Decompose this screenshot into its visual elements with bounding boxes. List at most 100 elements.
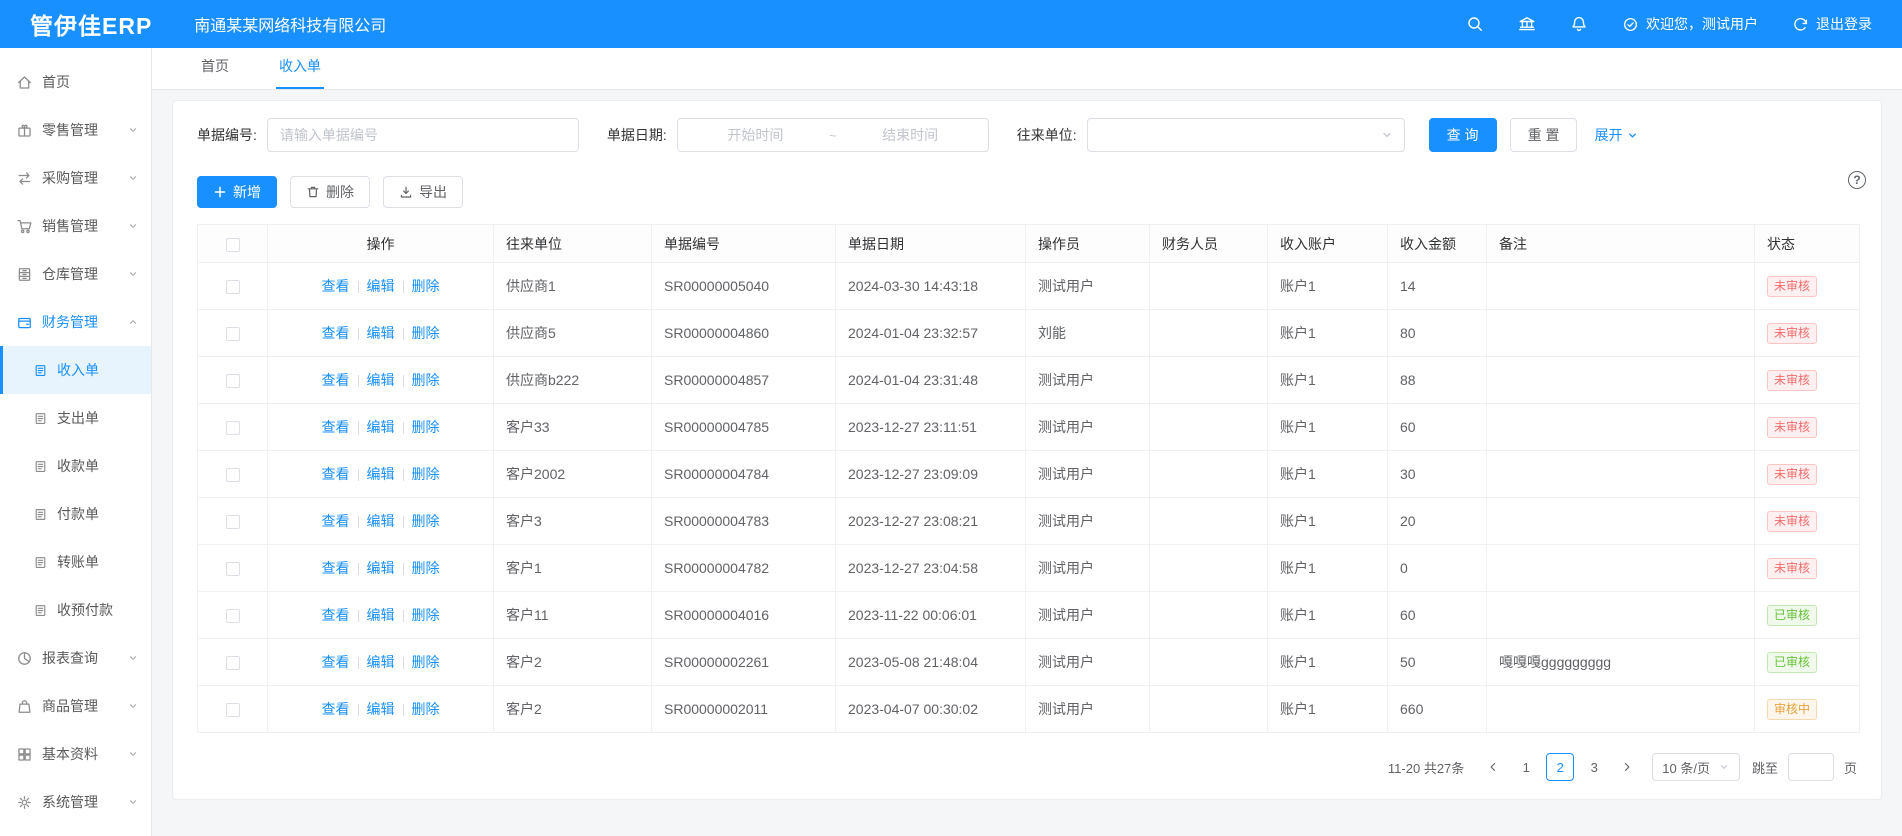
delete-link[interactable]: 删除 [412, 278, 440, 294]
view-link[interactable]: 查看 [322, 278, 350, 294]
search-icon[interactable] [1466, 15, 1484, 33]
edit-link[interactable]: 编辑 [367, 701, 395, 717]
jump-input[interactable] [1788, 753, 1834, 781]
bell-icon[interactable] [1570, 15, 1588, 33]
cell-amount: 660 [1388, 686, 1487, 733]
delete-link[interactable]: 删除 [412, 325, 440, 341]
doc-icon [33, 555, 48, 570]
table-row: 查看编辑删除供应商5SR000000048602024-01-04 23:32:… [198, 310, 1860, 357]
cell-finance-staff [1150, 310, 1268, 357]
row-checkbox[interactable] [226, 327, 240, 341]
sidebar-item-home[interactable]: 首页 [0, 58, 151, 106]
help-icon[interactable]: ? [1848, 171, 1866, 189]
sidebar-item-report[interactable]: 报表查询 [0, 634, 151, 682]
cell-amount: 20 [1388, 498, 1487, 545]
view-link[interactable]: 查看 [322, 325, 350, 341]
row-checkbox[interactable] [226, 421, 240, 435]
logout-button[interactable]: 退出登录 [1792, 14, 1872, 34]
tab-income-receipt[interactable]: 收入单 [276, 56, 324, 89]
cell-bill-no: SR00000004857 [652, 357, 836, 404]
cell-bill-date: 2023-12-27 23:08:21 [836, 498, 1026, 545]
next-page-button[interactable] [1614, 753, 1640, 781]
cell-bill-date: 2023-11-22 00:06:01 [836, 592, 1026, 639]
sidebar-subitem-receipt[interactable]: 收款单 [0, 442, 151, 490]
export-button[interactable]: 导出 [383, 176, 463, 208]
sidebar-item-warehouse[interactable]: 仓库管理 [0, 250, 151, 298]
row-checkbox[interactable] [226, 374, 240, 388]
date-start-input[interactable] [688, 127, 823, 143]
delete-link[interactable]: 删除 [412, 372, 440, 388]
partner-select[interactable] [1087, 118, 1405, 152]
edit-link[interactable]: 编辑 [367, 607, 395, 623]
edit-link[interactable]: 编辑 [367, 466, 395, 482]
page-button-3[interactable]: 3 [1580, 753, 1608, 781]
search-button[interactable]: 查 询 [1429, 118, 1497, 152]
bill-date-range[interactable]: ~ [677, 118, 989, 152]
prev-page-button[interactable] [1480, 753, 1506, 781]
row-checkbox[interactable] [226, 656, 240, 670]
sidebar-item-system[interactable]: 系统管理 [0, 778, 151, 826]
delete-link[interactable]: 删除 [412, 513, 440, 529]
edit-link[interactable]: 编辑 [367, 513, 395, 529]
divider [403, 469, 404, 481]
view-link[interactable]: 查看 [322, 372, 350, 388]
delete-link[interactable]: 删除 [412, 701, 440, 717]
date-separator: ~ [823, 128, 843, 143]
delete-link[interactable]: 删除 [412, 466, 440, 482]
delete-link[interactable]: 删除 [412, 607, 440, 623]
edit-link[interactable]: 编辑 [367, 419, 395, 435]
edit-link[interactable]: 编辑 [367, 654, 395, 670]
edit-link[interactable]: 编辑 [367, 560, 395, 576]
delete-link[interactable]: 删除 [412, 419, 440, 435]
reset-button[interactable]: 重 置 [1510, 118, 1578, 152]
row-checkbox[interactable] [226, 468, 240, 482]
select-all-checkbox[interactable] [226, 238, 240, 252]
cell-finance-staff [1150, 404, 1268, 451]
delete-link[interactable]: 删除 [412, 560, 440, 576]
row-checkbox[interactable] [226, 703, 240, 717]
add-button[interactable]: 新增 [197, 176, 277, 208]
welcome-user[interactable]: 欢迎您，测试用户 [1622, 14, 1758, 34]
trash-icon [306, 185, 320, 199]
content-area: ? 单据编号: 单据日期: ~ 往来单位: [152, 90, 1902, 836]
sidebar-subitem-payment[interactable]: 付款单 [0, 490, 151, 538]
sidebar-item-purchase[interactable]: 采购管理 [0, 154, 151, 202]
row-checkbox[interactable] [226, 562, 240, 576]
app-header: 管伊佳ERP 南通某某网络科技有限公司 欢迎您，测试用户 [0, 0, 1902, 48]
sidebar-subitem-prepaid[interactable]: 收预付款 [0, 586, 151, 634]
edit-link[interactable]: 编辑 [367, 325, 395, 341]
edit-link[interactable]: 编辑 [367, 372, 395, 388]
delete-button[interactable]: 删除 [290, 176, 370, 208]
view-link[interactable]: 查看 [322, 560, 350, 576]
sidebar-item-basedata[interactable]: 基本资料 [0, 730, 151, 778]
page-button-1[interactable]: 1 [1512, 753, 1540, 781]
sidebar-item-product[interactable]: 商品管理 [0, 682, 151, 730]
delete-link[interactable]: 删除 [412, 654, 440, 670]
view-link[interactable]: 查看 [322, 654, 350, 670]
sidebar-subitem-income[interactable]: 收入单 [0, 346, 151, 394]
row-checkbox[interactable] [226, 609, 240, 623]
bill-no-input[interactable] [267, 118, 579, 152]
row-checkbox[interactable] [226, 280, 240, 294]
row-checkbox[interactable] [226, 515, 240, 529]
edit-link[interactable]: 编辑 [367, 278, 395, 294]
divider [403, 657, 404, 669]
sidebar-item-retail[interactable]: 零售管理 [0, 106, 151, 154]
sidebar-subitem-expense[interactable]: 支出单 [0, 394, 151, 442]
tab-home[interactable]: 首页 [198, 56, 232, 89]
bank-icon[interactable] [1518, 15, 1536, 33]
sidebar-subitem-transfer[interactable]: 转账单 [0, 538, 151, 586]
divider [358, 469, 359, 481]
view-link[interactable]: 查看 [322, 419, 350, 435]
view-link[interactable]: 查看 [322, 607, 350, 623]
sidebar-item-finance[interactable]: 财务管理 [0, 298, 151, 346]
view-link[interactable]: 查看 [322, 466, 350, 482]
view-link[interactable]: 查看 [322, 513, 350, 529]
sidebar-item-sales[interactable]: 销售管理 [0, 202, 151, 250]
main-area: 首页 收入单 ? 单据编号: 单据日期: ~ 往来单 [152, 48, 1902, 836]
page-size-select[interactable]: 10 条/页 [1652, 753, 1740, 781]
date-end-input[interactable] [843, 127, 978, 143]
expand-link[interactable]: 展开 [1594, 125, 1639, 145]
view-link[interactable]: 查看 [322, 701, 350, 717]
page-button-2[interactable]: 2 [1546, 753, 1574, 781]
